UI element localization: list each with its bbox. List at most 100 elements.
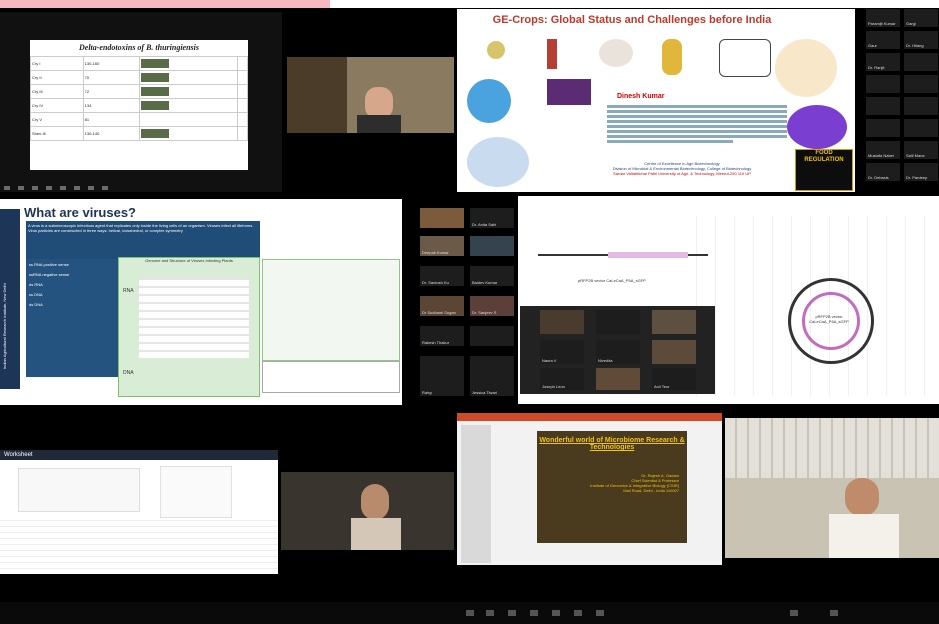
endotoxin-table: Cry I 130-160 Cry II 70 Cry III 72 Cry IV 13… (30, 56, 248, 141)
gallery-view: Dr. Anita Sahi Deepak Kumar Dr. Santosh … (418, 206, 518, 402)
table-row: Cry I 130-160 (30, 56, 248, 71)
participant-tile[interactable]: Nasra V (540, 340, 584, 364)
viruses-slide[interactable]: Indian Agricultural Research Institute, … (0, 199, 402, 405)
layers-diagram (787, 105, 847, 149)
table-row: Cry II 70 (30, 70, 248, 85)
shared-slide-tile-1[interactable]: Delta-endotoxins of B. thuringiensis Cry… (0, 12, 282, 192)
mute-icon[interactable] (466, 610, 474, 616)
restriction-sites (678, 216, 928, 396)
participant-video-2[interactable] (281, 472, 454, 550)
participant-tile[interactable]: Dr. Ranjit (866, 53, 900, 71)
participant-tile[interactable]: Raisy (420, 356, 464, 396)
participant-tile[interactable]: Baldev Kumar (470, 266, 514, 286)
participant-tile[interactable]: Dr. Santosh Ku (420, 266, 464, 286)
bacteria-icon (487, 41, 505, 59)
shared-spreadsheet[interactable]: Worksheet (0, 450, 278, 574)
more-icon[interactable] (790, 610, 798, 616)
gallery-subgrid: Nasra V Nivedita Joseph Leon Anil Teur (520, 306, 715, 394)
participant-tile[interactable]: Dr. Hilang (904, 31, 938, 49)
participant-tile[interactable]: Deepak Kumar (420, 236, 464, 256)
corn-icon (662, 39, 682, 75)
insect-image (140, 58, 169, 68)
participant-tile[interactable]: Dr. Anita Sahi (470, 208, 514, 228)
eggplant-image (547, 79, 591, 105)
record-icon[interactable] (574, 610, 582, 616)
table-row: Cry III 72 (30, 84, 248, 99)
slide-footer: Centre of Excellence in Agri Biotechnolo… (612, 161, 752, 176)
participant-tile[interactable]: Dr. Sanjeev S (470, 296, 514, 316)
participant-tile[interactable] (904, 75, 938, 93)
text-block (18, 468, 140, 512)
participant-tile[interactable]: Paramjit Kumar (866, 9, 900, 27)
institute-label: Indian Agricultural Research Institute, … (2, 283, 7, 369)
table-row: Shen-Ili 130-140 (30, 126, 248, 141)
participant-tile[interactable]: Anil Teur (652, 368, 696, 390)
participant-face (361, 484, 389, 520)
participant-tile[interactable] (904, 97, 938, 115)
participant-tile[interactable] (420, 208, 464, 228)
slide-thumbnails (461, 425, 491, 563)
video-icon[interactable] (486, 610, 494, 616)
participant-tile[interactable]: Jessica Tiwari (470, 356, 514, 396)
slide-title: Wonderful world of Microbiome Research &… (539, 437, 685, 451)
microbiome-slide[interactable]: Wonderful world of Microbiome Research &… (457, 413, 722, 565)
reactions-icon[interactable] (596, 610, 604, 616)
participant-tile[interactable]: Joseph Leon (540, 368, 584, 390)
presenter-name: Dinesh Kumar (617, 93, 665, 100)
participant-tile[interactable]: Gargi (904, 9, 938, 27)
participant-tile[interactable]: Dr Sudhami Sugan (420, 296, 464, 316)
slide-title: What are viruses? (24, 205, 136, 220)
participant-tile[interactable]: Salil Mane (904, 141, 938, 159)
participant-video-1[interactable] (287, 57, 454, 133)
participant-tile[interactable]: Gaur (866, 31, 900, 49)
participant-video-3[interactable] (725, 418, 939, 558)
dna-virus-row (262, 361, 400, 393)
participant-tile[interactable]: Nivedita (596, 340, 640, 364)
insect-image (140, 72, 169, 82)
participant-tile[interactable] (652, 340, 696, 364)
list-item: ds DNA (29, 302, 43, 307)
virus-structures-panel (262, 259, 400, 361)
participant-tile[interactable] (904, 53, 938, 71)
list-item: ss DNA (29, 292, 43, 297)
sheet-grid (0, 520, 278, 574)
table-row: Cry IV 134 (30, 98, 248, 113)
participant-tile[interactable] (652, 310, 696, 334)
participant-tile[interactable]: Mustafa Nabel (866, 141, 900, 159)
credentials-lines (607, 103, 787, 145)
share-icon[interactable] (552, 610, 560, 616)
participants-icon[interactable] (508, 610, 516, 616)
chat-icon[interactable] (530, 610, 538, 616)
food-regulation-book: FOOD REGULATION (795, 149, 853, 191)
delta-endotoxin-slide: Delta-endotoxins of B. thuringiensis Cry… (30, 40, 248, 170)
participant-tile[interactable]: Dr. Pardeep (904, 163, 938, 181)
virus-definition: A virus is a submicroscopic infectious a… (26, 221, 260, 259)
table-row: Cry V 81 (30, 112, 248, 127)
participant-tile[interactable] (904, 119, 938, 137)
list-item: ss RNA positive sense (29, 262, 69, 267)
app-title-bar: Worksheet (0, 450, 278, 460)
leave-icon[interactable] (830, 610, 838, 616)
participant-tile[interactable]: Rakesh Thakur (420, 326, 464, 346)
slide-canvas: Wonderful world of Microbiome Research &… (537, 431, 687, 543)
presenter-photo (775, 39, 837, 97)
insect-image (140, 86, 169, 96)
participant-tile[interactable] (866, 97, 900, 115)
participant-tile[interactable] (470, 236, 514, 256)
globe-map (467, 137, 529, 187)
powerpoint-ribbon (457, 413, 722, 421)
ge-crops-slide[interactable]: GE-Crops: Global Status and Challenges b… (457, 9, 855, 192)
participant-tile[interactable] (596, 310, 640, 334)
participant-tile[interactable]: Dr. Debasis (866, 163, 900, 181)
participant-face (845, 478, 879, 516)
participant-tile[interactable] (866, 75, 900, 93)
participant-tile[interactable] (866, 119, 900, 137)
participant-tile[interactable] (470, 326, 514, 346)
participant-tile[interactable] (596, 368, 640, 390)
mini-toolbar (0, 182, 282, 192)
participant-tile[interactable] (540, 310, 584, 334)
top-banner-right (330, 0, 939, 8)
list-item: ssRNA negative sense (29, 272, 70, 277)
side-panel (160, 466, 232, 518)
virus-icon (547, 39, 557, 69)
